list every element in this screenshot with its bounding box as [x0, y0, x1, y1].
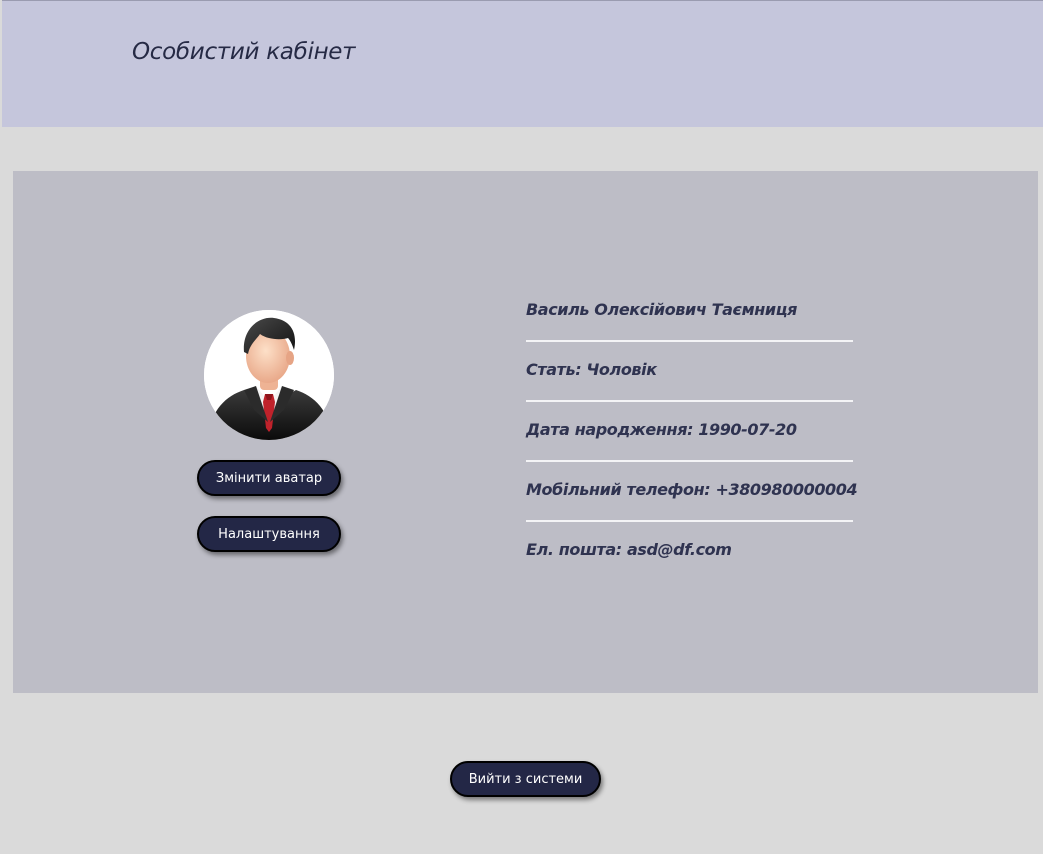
gender-label: Стать:: [526, 360, 582, 379]
phone-value: +380980000004: [715, 480, 858, 499]
avatar: [204, 310, 334, 440]
divider: [526, 400, 853, 402]
info-row-name: Василь Олексійович Таємниця: [526, 293, 853, 353]
divider: [526, 460, 853, 462]
birthdate-value: 1990-07-20: [698, 420, 797, 439]
profile-info: Василь Олексійович Таємниця Стать: Чолов…: [526, 293, 858, 593]
divider: [526, 340, 853, 342]
birthdate-label: Дата народження:: [526, 420, 694, 439]
info-row-phone: Мобільний телефон: +380980000004: [526, 473, 858, 533]
change-avatar-button[interactable]: Змінити аватар: [197, 460, 341, 496]
divider: [526, 520, 853, 522]
info-row-birthdate: Дата народження: 1990-07-20: [526, 413, 853, 473]
info-row-email: Ел. пошта: asd@df.com: [526, 533, 853, 593]
page-title: Особистий кабінет: [132, 39, 356, 65]
logout-button[interactable]: Вийти з системи: [450, 761, 601, 797]
email-value: asd@df.com: [626, 540, 732, 559]
businessman-avatar-icon: [204, 310, 334, 440]
info-row-gender: Стать: Чоловік: [526, 353, 853, 413]
full-name: Василь Олексійович Таємниця: [526, 300, 798, 319]
settings-button[interactable]: Налаштування: [197, 516, 341, 552]
profile-card: Змінити аватар Налаштування Василь Олекс…: [13, 171, 1038, 693]
phone-label: Мобільний телефон:: [526, 480, 711, 499]
email-label: Ел. пошта:: [526, 540, 622, 559]
page-header: Особистий кабінет: [2, 0, 1043, 127]
gender-value: Чоловік: [586, 360, 657, 379]
